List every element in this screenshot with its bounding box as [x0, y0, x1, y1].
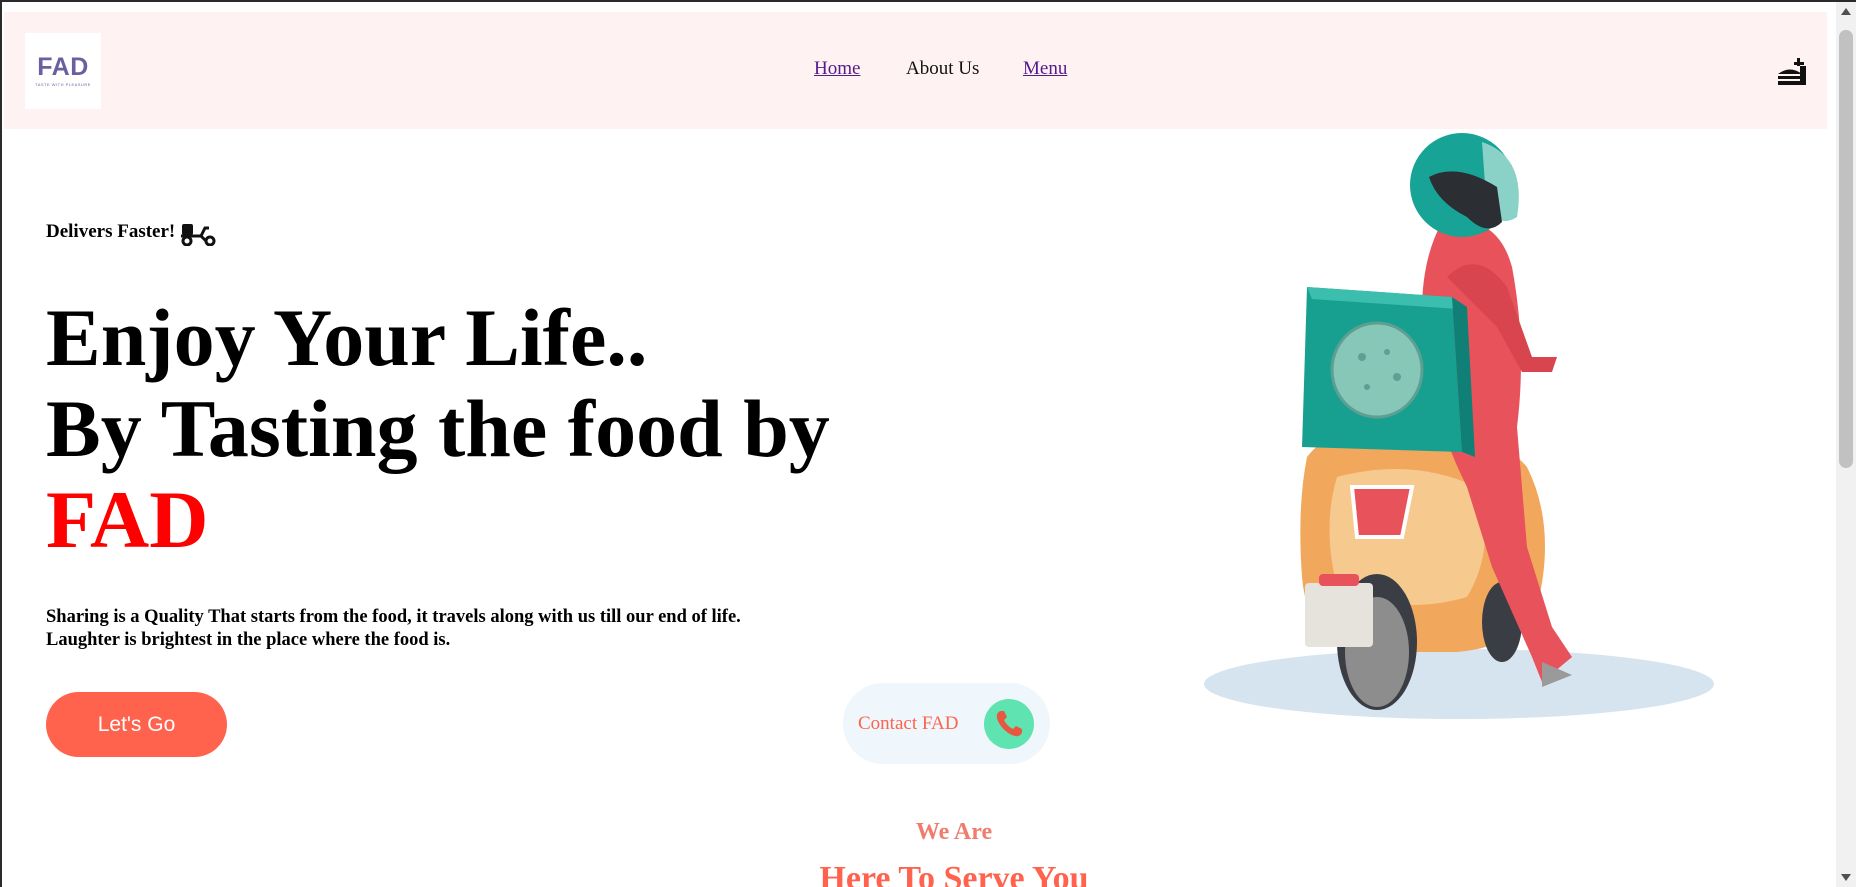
page-viewport: FAD taste with pleasure Home About Us Me… — [2, 2, 1836, 887]
headline-line-2: By Tasting the food by — [46, 383, 830, 474]
hero-headline: Enjoy Your Life.. By Tasting the food by… — [46, 292, 830, 565]
scroll-down-arrow-icon[interactable] — [1841, 874, 1851, 881]
hero-tagline: Delivers Faster! — [46, 218, 217, 246]
hero-description: Sharing is a Quality That starts from th… — [46, 606, 741, 652]
nav-about-link[interactable]: About Us — [906, 58, 979, 80]
description-line-1: Sharing is a Quality That starts from th… — [46, 607, 741, 627]
food-tray-icon[interactable] — [1776, 56, 1808, 88]
delivery-rider-illustration — [1204, 133, 1714, 719]
headline-line-1: Enjoy Your Life.. — [46, 292, 648, 383]
scroll-thumb[interactable] — [1839, 30, 1853, 468]
section-kicker: We Are — [915, 819, 993, 845]
scroll-up-arrow-icon[interactable] — [1841, 8, 1851, 15]
nav-home-link[interactable]: Home — [814, 58, 860, 80]
navbar: FAD taste with pleasure Home About Us Me… — [4, 12, 1827, 129]
contact-label: Contact FAD — [858, 712, 959, 734]
phone-icon — [984, 699, 1034, 749]
headline-brand: FAD — [46, 474, 209, 565]
contact-fad-button[interactable]: Contact FAD — [843, 683, 1050, 764]
section-title: Here To Serve You — [819, 860, 1089, 887]
logo[interactable]: FAD taste with pleasure — [25, 33, 101, 109]
lets-go-button[interactable]: Let's Go — [46, 692, 227, 757]
nav-menu-link[interactable]: Menu — [1023, 58, 1067, 80]
description-line-2: Laughter is brightest in the place where… — [46, 630, 451, 650]
logo-tagline: taste with pleasure — [35, 82, 91, 87]
vertical-scrollbar[interactable] — [1836, 2, 1856, 887]
logo-text: FAD — [37, 53, 89, 81]
scooter-icon — [181, 224, 216, 246]
tagline-text: Delivers Faster! — [46, 221, 176, 242]
